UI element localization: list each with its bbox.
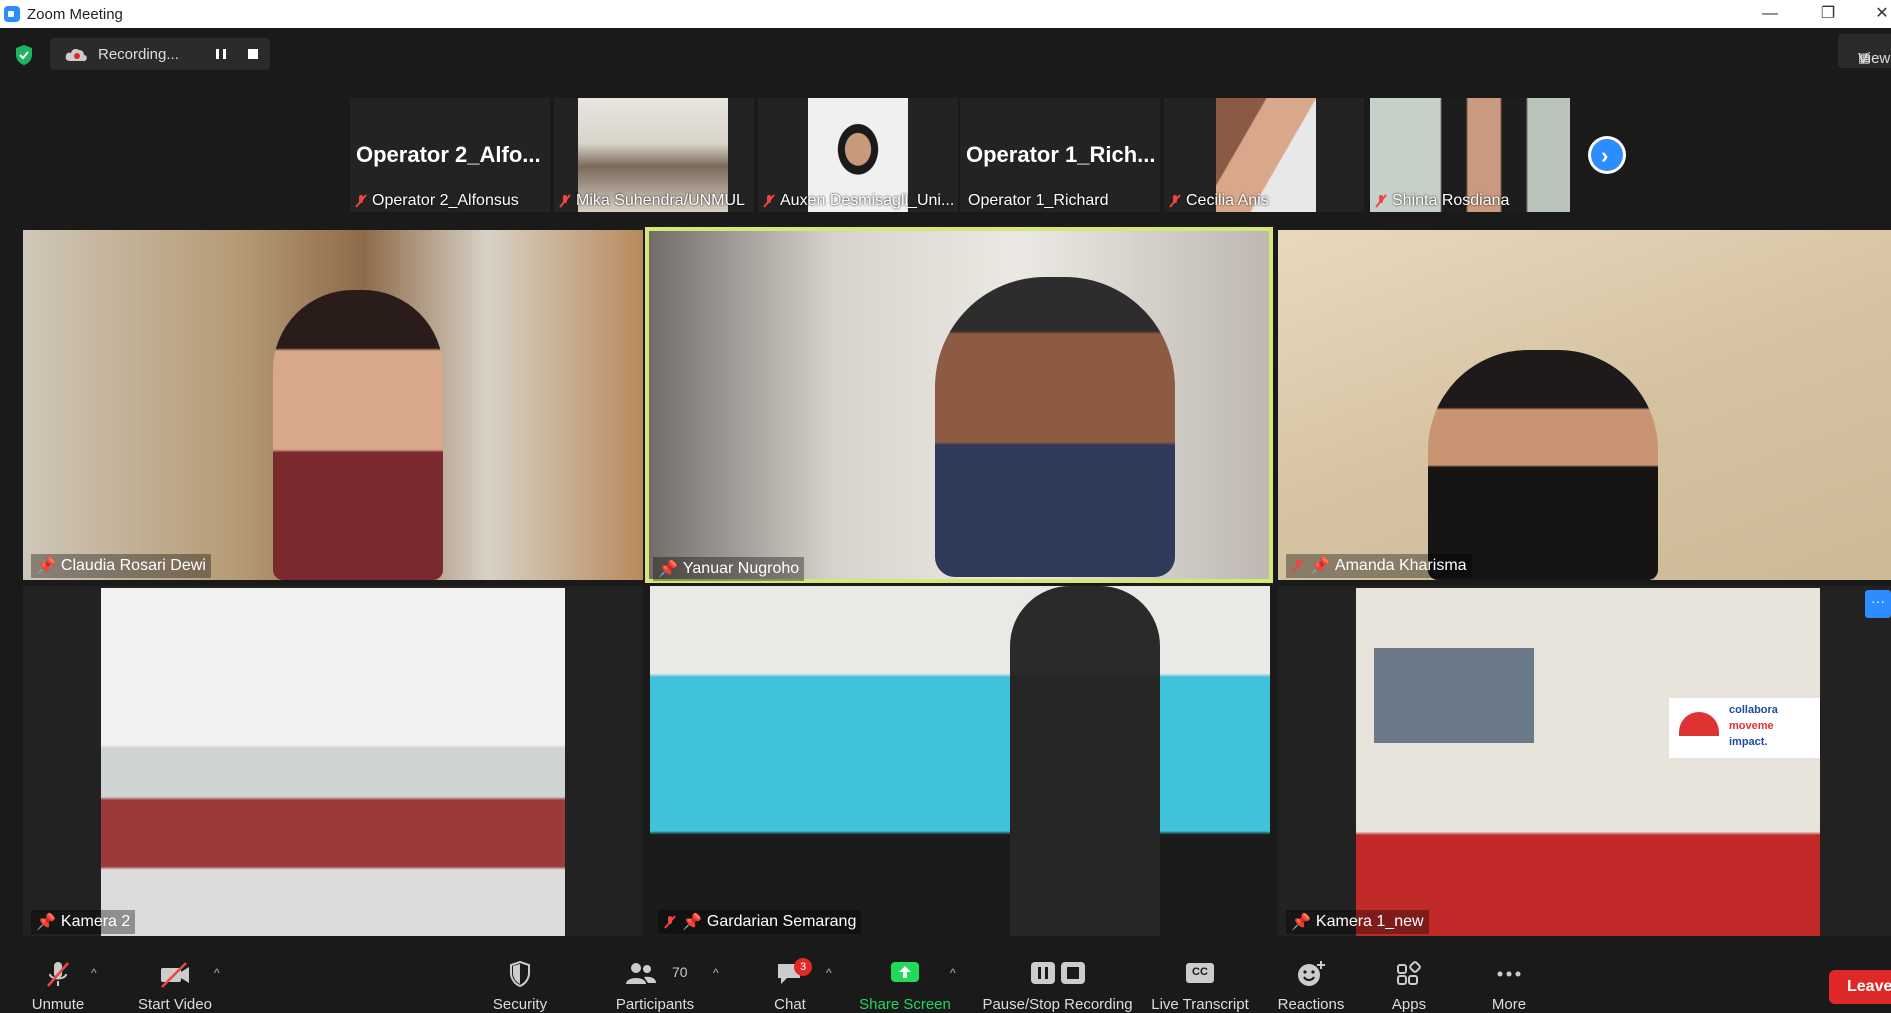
- top-strip: [0, 28, 1891, 80]
- restore-button[interactable]: ❐: [1806, 0, 1850, 28]
- pin-icon: 📌: [658, 561, 678, 578]
- pin-icon: 📌: [36, 914, 56, 931]
- chat-unread-badge: 3: [794, 958, 812, 976]
- close-button[interactable]: ✕: [1860, 0, 1891, 28]
- pin-icon: 📌: [1291, 914, 1311, 931]
- participants-count: 70: [672, 964, 688, 980]
- thumbnail-label: Cecilia Anis: [1168, 192, 1269, 210]
- participant-figure: [1010, 586, 1160, 936]
- thumbnail-auxen[interactable]: Auxen Desmisagli_Uni...: [758, 98, 958, 212]
- recording-label: Recording...: [98, 46, 179, 63]
- video-tile-claudia[interactable]: 📌 Claudia Rosari Dewi: [23, 230, 643, 580]
- minimize-button[interactable]: —: [1748, 0, 1792, 28]
- share-options-caret[interactable]: ^: [950, 966, 956, 980]
- muted-mic-icon: [1169, 194, 1181, 208]
- participants-icon: [626, 963, 656, 984]
- thumbnail-shinta[interactable]: Shinta Rosdiana: [1370, 98, 1570, 212]
- more-dots-icon: [1497, 971, 1521, 977]
- tile-name-label: 📌 Amanda Kharisma: [1286, 554, 1472, 578]
- security-shield-icon[interactable]: [14, 44, 34, 66]
- projector-screen: [1374, 648, 1534, 743]
- next-page-button[interactable]: ›: [1588, 136, 1626, 174]
- thumbnail-cecilia[interactable]: Cecilia Anis: [1164, 98, 1364, 212]
- video-off-icon: [161, 962, 189, 988]
- participants-options-caret[interactable]: ^: [713, 966, 719, 980]
- audio-options-caret[interactable]: ^: [91, 966, 97, 980]
- chat-options-caret[interactable]: ^: [826, 966, 832, 980]
- thumbnail-label: Operator 2_Alfonsus: [354, 192, 519, 210]
- tile-name-label: 📌 Gardarian Semarang: [658, 910, 862, 934]
- pin-icon: 📌: [682, 914, 702, 931]
- tile-name-label: 📌 Kamera 1_new: [1286, 910, 1429, 934]
- muted-mic-icon: [1375, 194, 1387, 208]
- thumbnail-label: Auxen Desmisagli_Uni...: [762, 192, 954, 210]
- thumbnail-display-name: Operator 1_Rich...: [966, 142, 1156, 167]
- cloud-recording-icon: [65, 49, 87, 61]
- tile-name-label: 📌 Claudia Rosari Dewi: [31, 554, 211, 578]
- thumbnail-label: Shinta Rosdiana: [1374, 192, 1509, 210]
- thumbnail-display-name: Operator 2_Alfo...: [356, 142, 541, 167]
- pause-recording-icon[interactable]: [214, 47, 228, 61]
- recording-indicator: Recording...: [50, 38, 270, 70]
- banner: collabora moveme impact.: [1669, 698, 1820, 758]
- muted-mic-icon: [47, 962, 69, 987]
- chevron-right-icon: ›: [1601, 143, 1609, 168]
- leave-meeting-button[interactable]: Leave: [1829, 970, 1891, 1004]
- video-tile-yanuar[interactable]: 📌 Yanuar Nugroho: [645, 227, 1273, 583]
- pause-stop-icon: [1030, 962, 1085, 984]
- tile-name-label: 📌 Yanuar Nugroho: [653, 557, 805, 581]
- zoom-app-icon: [4, 6, 20, 22]
- view-button[interactable]: ▦ View: [1838, 34, 1891, 68]
- pin-icon: 📌: [36, 558, 56, 575]
- shield-icon: [510, 960, 530, 988]
- apps-icon: [1397, 961, 1421, 985]
- muted-mic-icon: [355, 194, 367, 208]
- muted-mic-icon: [559, 194, 571, 208]
- participant-video: [101, 588, 565, 936]
- thumbnail-mika[interactable]: Mika Suhendra/UNMUL: [554, 98, 754, 212]
- video-options-caret[interactable]: ^: [214, 966, 220, 980]
- smiley-plus-icon: [1298, 961, 1325, 986]
- video-tile-kamera-2[interactable]: 📌 Kamera 2: [23, 586, 643, 936]
- participant-figure: [935, 277, 1175, 577]
- video-tile-kamera-1[interactable]: collabora moveme impact. 📌 Kamera 1_new: [1278, 586, 1891, 936]
- stop-recording-icon[interactable]: [246, 47, 260, 61]
- pin-icon: 📌: [1310, 558, 1330, 575]
- title-bar: Zoom Meeting — ❐ ✕: [0, 0, 1891, 28]
- tile-name-label: 📌 Kamera 2: [31, 910, 136, 934]
- muted-mic-icon: [763, 194, 775, 208]
- thumbnail-label: Mika Suhendra/UNMUL: [558, 192, 745, 210]
- video-tile-gardarian[interactable]: 📌 Gardarian Semarang: [650, 586, 1270, 936]
- muted-mic-icon: [1292, 559, 1304, 573]
- thumbnail-operator-1[interactable]: Operator 1_Rich... Operator 1_Richard: [960, 98, 1160, 212]
- participant-video: collabora moveme impact.: [1356, 588, 1820, 936]
- tile-more-options-button[interactable]: ···: [1865, 590, 1891, 618]
- thumbnail-operator-2[interactable]: Operator 2_Alfo... Operator 2_Alfonsus: [350, 98, 550, 212]
- video-tile-amanda[interactable]: 📌 Amanda Kharisma: [1278, 230, 1891, 580]
- participant-figure: [273, 290, 443, 580]
- banner-logo: [1679, 712, 1719, 736]
- participant-figure: [1428, 350, 1658, 580]
- share-screen-icon: [891, 962, 919, 982]
- thumbnail-label: Operator 1_Richard: [968, 192, 1109, 209]
- window-title: Zoom Meeting: [27, 6, 123, 23]
- muted-mic-icon: [664, 915, 676, 929]
